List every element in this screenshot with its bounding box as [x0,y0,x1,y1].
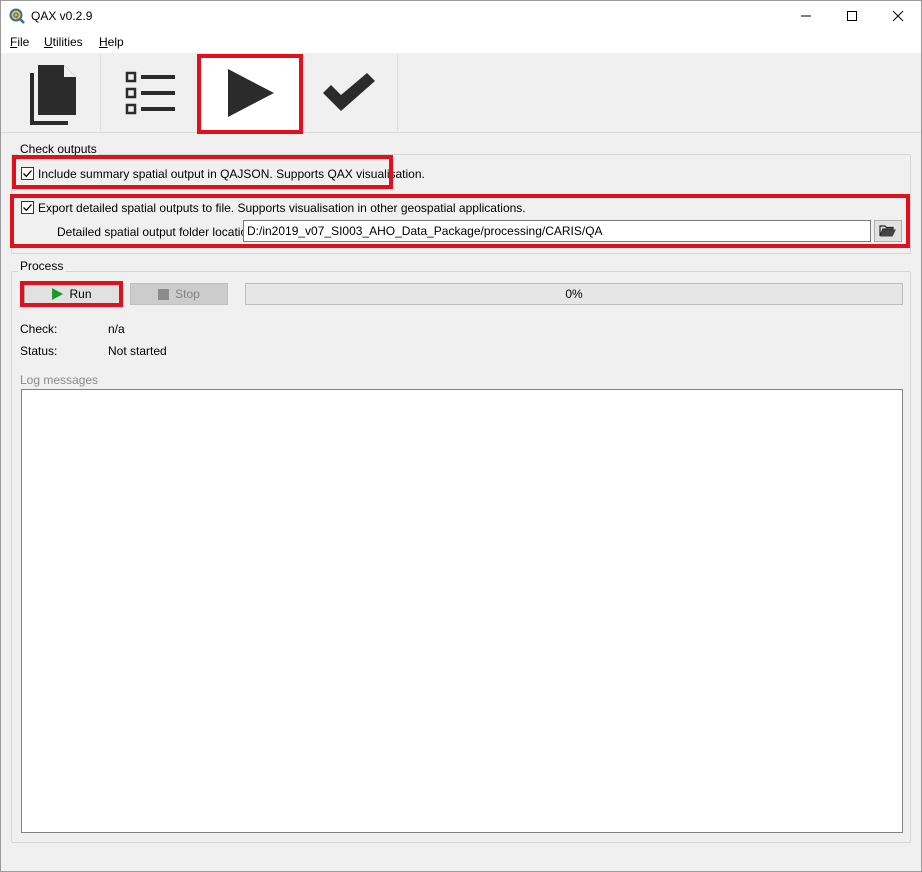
play-icon [52,288,64,300]
progress-bar: 0% [245,283,903,305]
include-summary-checkbox[interactable] [21,167,34,180]
log-messages-area[interactable] [21,389,903,833]
checklist-icon [125,71,175,115]
close-button[interactable] [875,1,921,31]
folder-location-label: Detailed spatial output folder location: [57,225,258,239]
minimize-button[interactable] [783,1,829,31]
play-icon [228,69,274,117]
stop-button-label: Stop [175,287,200,301]
status-label: Status: [20,344,58,358]
check-value: n/a [108,322,125,336]
check-label: Check: [20,322,58,336]
stop-icon [158,288,170,300]
svg-text:Q: Q [13,12,19,20]
folder-open-icon [879,225,896,237]
progress-text: 0% [565,287,583,301]
tab-run-checks[interactable] [201,55,299,131]
menu-bar: File Utilities Help [1,31,921,53]
window-title: QAX v0.2.9 [31,9,93,23]
log-messages-label: Log messages [20,373,99,387]
checkmark-icon [23,170,32,178]
close-icon [892,10,904,22]
tab-open-files[interactable] [3,55,101,131]
browse-folder-button[interactable] [874,220,902,242]
maximize-icon [847,11,857,21]
tab-toolbar [1,53,921,133]
maximize-button[interactable] [829,1,875,31]
title-bar: Q QAX v0.2.9 [1,1,921,31]
export-detailed-checkbox[interactable] [21,201,34,214]
checkmark-icon [322,73,375,111]
tab-plan-checks[interactable] [102,55,200,131]
stop-button[interactable]: Stop [130,283,228,305]
folder-location-input[interactable]: D:/in2019_v07_SI003_AHO_Data_Package/pro… [243,220,871,242]
check-outputs-title: Check outputs [18,142,99,156]
status-value: Not started [108,344,167,358]
minimize-icon [801,15,811,17]
document-icon [29,65,76,125]
include-summary-label: Include summary spatial output in QAJSON… [38,167,425,181]
export-detailed-label: Export detailed spatial outputs to file.… [38,201,526,215]
process-title: Process [18,259,66,273]
checkmark-icon [23,204,32,212]
menu-file[interactable]: File [10,35,29,49]
menu-utilities[interactable]: Utilities [44,35,83,49]
qax-app-icon: Q [9,8,25,24]
menu-help[interactable]: Help [99,35,124,49]
run-button-label: Run [69,287,92,301]
tab-view-results[interactable] [300,55,398,131]
qax-window: Q QAX v0.2.9 File Utilities Help Check o… [0,0,922,872]
run-button[interactable]: Run [24,283,120,305]
